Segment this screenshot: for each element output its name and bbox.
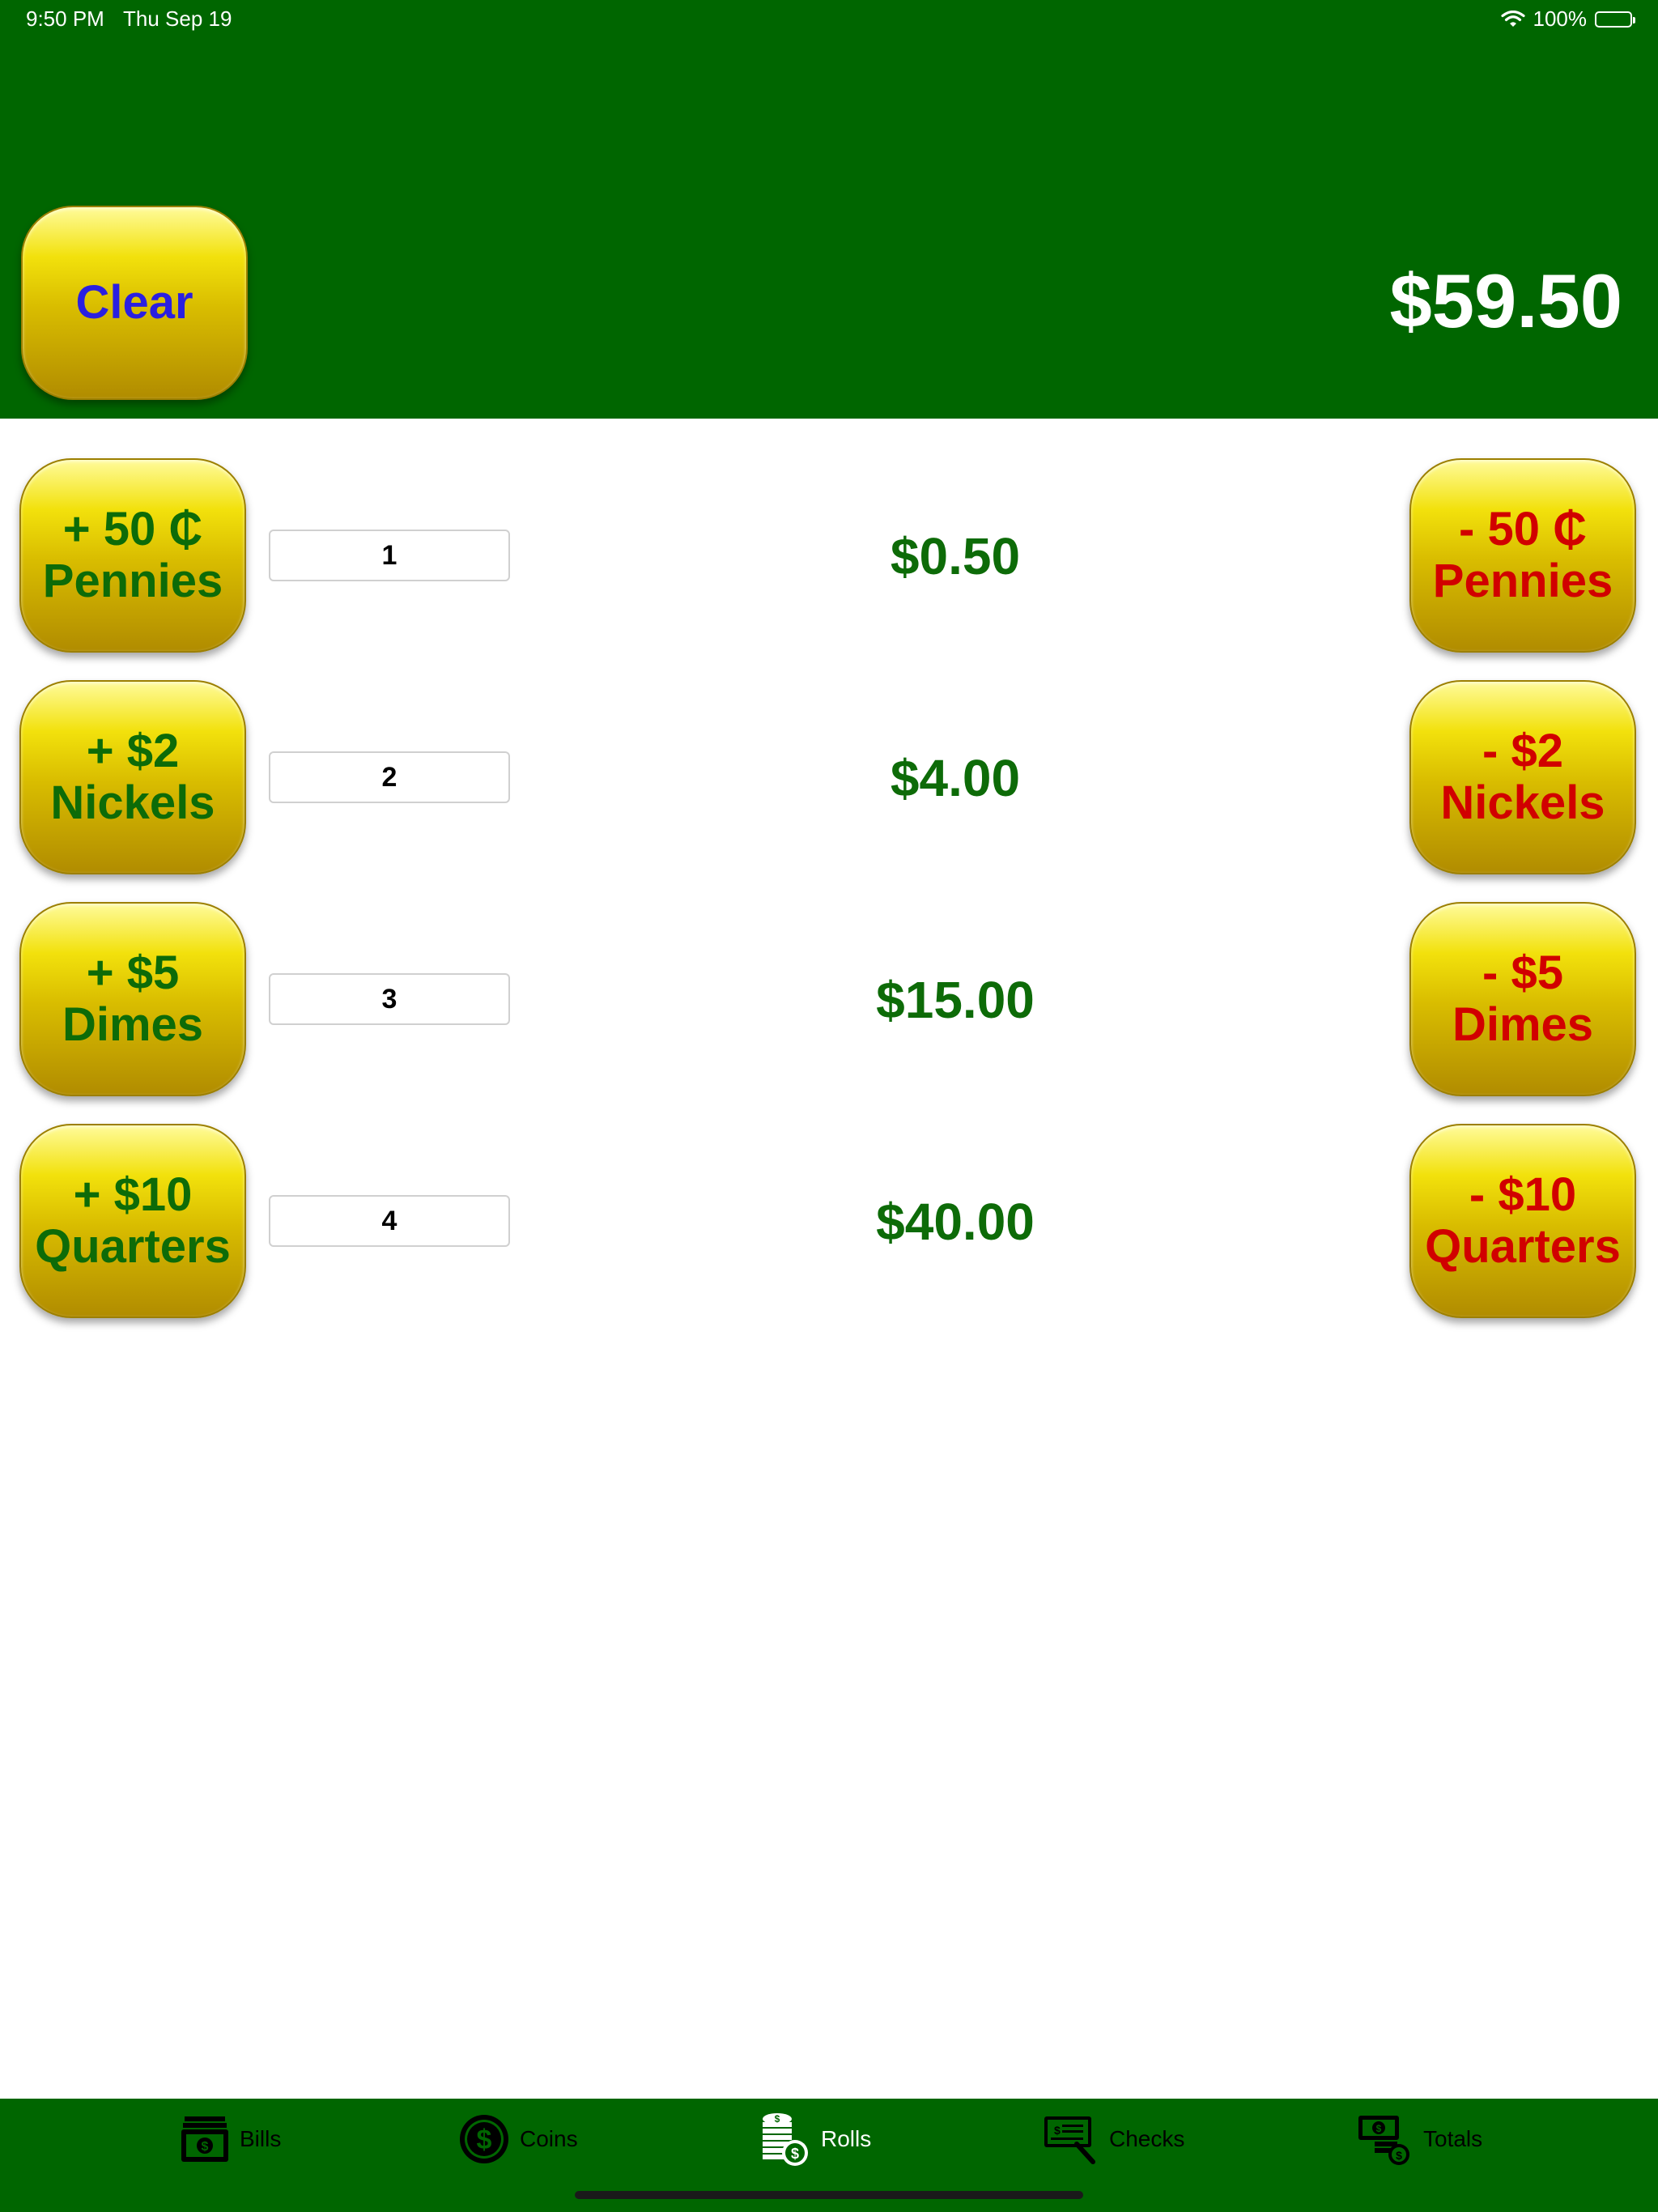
check-icon: $ xyxy=(1044,2116,1095,2164)
totals-icon: $ $ xyxy=(1358,2116,1409,2165)
tab-coins-label: Coins xyxy=(520,2126,578,2151)
subtract-coin-label: Quarters xyxy=(1425,1220,1621,1273)
add-pennies-roll-button[interactable]: + 50 ₵ Pennies xyxy=(19,458,246,653)
status-time: 9:50 PM xyxy=(26,6,104,31)
add-amount-label: + 50 ₵ xyxy=(62,503,203,556)
subtract-nickels-roll-button[interactable]: - $2 Nickels xyxy=(1409,680,1636,874)
bills-icon: $ xyxy=(181,2116,228,2162)
grand-total: $59.50 xyxy=(1389,258,1622,343)
add-coin-label: Quarters xyxy=(35,1220,231,1273)
add-coin-label: Pennies xyxy=(42,555,223,607)
svg-text:$: $ xyxy=(477,2125,492,2155)
tab-totals[interactable]: $ $ Totals xyxy=(1357,2099,1482,2180)
svg-text:$: $ xyxy=(791,2146,799,2162)
add-coin-label: Dimes xyxy=(62,998,204,1051)
battery-percent: 100% xyxy=(1533,6,1588,31)
subtract-amount-label: - $5 xyxy=(1482,946,1563,1000)
subtract-coin-label: Pennies xyxy=(1432,555,1613,607)
add-coin-label: Nickels xyxy=(50,776,215,829)
clear-button-label: Clear xyxy=(75,276,193,330)
add-dimes-roll-button[interactable]: + $5 Dimes xyxy=(19,902,246,1096)
coin-rolls-icon: $ $ xyxy=(763,2113,808,2166)
svg-text:$: $ xyxy=(775,2113,780,2125)
subtract-coin-label: Dimes xyxy=(1452,998,1594,1051)
tab-rolls[interactable]: $ $ Rolls xyxy=(755,2099,871,2180)
tab-rolls-label: Rolls xyxy=(821,2126,872,2151)
nickels-roll-quantity-input[interactable] xyxy=(269,751,510,803)
status-bar: 9:50 PM Thu Sep 19 100% xyxy=(0,0,1658,39)
svg-text:$: $ xyxy=(1396,2149,1402,2162)
quarters-roll-quantity-input[interactable] xyxy=(269,1195,510,1247)
svg-text:$: $ xyxy=(1376,2123,1382,2134)
subtract-amount-label: - $10 xyxy=(1469,1168,1577,1222)
tab-totals-label: Totals xyxy=(1423,2126,1483,2151)
svg-text:$: $ xyxy=(202,2140,209,2154)
header-bar: 9:50 PM Thu Sep 19 100% Clear $59.50 xyxy=(0,0,1658,419)
dimes-roll-value: $15.00 xyxy=(876,971,1035,1029)
tab-coins[interactable]: $ Coins xyxy=(458,2099,578,2180)
tab-checks-label: Checks xyxy=(1109,2126,1185,2151)
add-amount-label: + $10 xyxy=(73,1168,193,1222)
pennies-roll-quantity-input[interactable] xyxy=(269,530,510,581)
home-indicator[interactable] xyxy=(575,2191,1083,2199)
nickels-roll-value: $4.00 xyxy=(890,749,1021,807)
subtract-amount-label: - $2 xyxy=(1482,725,1563,778)
tab-checks[interactable]: $ Checks xyxy=(1043,2099,1184,2180)
status-right: 100% xyxy=(1500,6,1635,32)
tab-bills[interactable]: $ Bills xyxy=(178,2099,281,2180)
pennies-roll-value: $0.50 xyxy=(890,527,1021,585)
svg-text:$: $ xyxy=(1054,2124,1061,2137)
dimes-roll-quantity-input[interactable] xyxy=(269,973,510,1025)
add-amount-label: + $2 xyxy=(86,725,180,778)
subtract-quarters-roll-button[interactable]: - $10 Quarters xyxy=(1409,1124,1636,1318)
status-date: Thu Sep 19 xyxy=(123,6,232,31)
add-quarters-roll-button[interactable]: + $10 Quarters xyxy=(19,1124,246,1318)
subtract-coin-label: Nickels xyxy=(1440,776,1605,829)
subtract-amount-label: - 50 ₵ xyxy=(1459,503,1587,556)
tab-bills-label: Bills xyxy=(240,2126,282,2151)
subtract-pennies-roll-button[interactable]: - 50 ₵ Pennies xyxy=(1409,458,1636,653)
wifi-icon xyxy=(1500,10,1525,27)
subtract-dimes-roll-button[interactable]: - $5 Dimes xyxy=(1409,902,1636,1096)
coin-icon: $ xyxy=(460,2115,508,2163)
battery-icon xyxy=(1595,11,1635,28)
add-amount-label: + $5 xyxy=(86,946,180,1000)
clear-button[interactable]: Clear xyxy=(21,206,248,400)
quarters-roll-value: $40.00 xyxy=(876,1193,1035,1251)
add-nickels-roll-button[interactable]: + $2 Nickels xyxy=(19,680,246,874)
